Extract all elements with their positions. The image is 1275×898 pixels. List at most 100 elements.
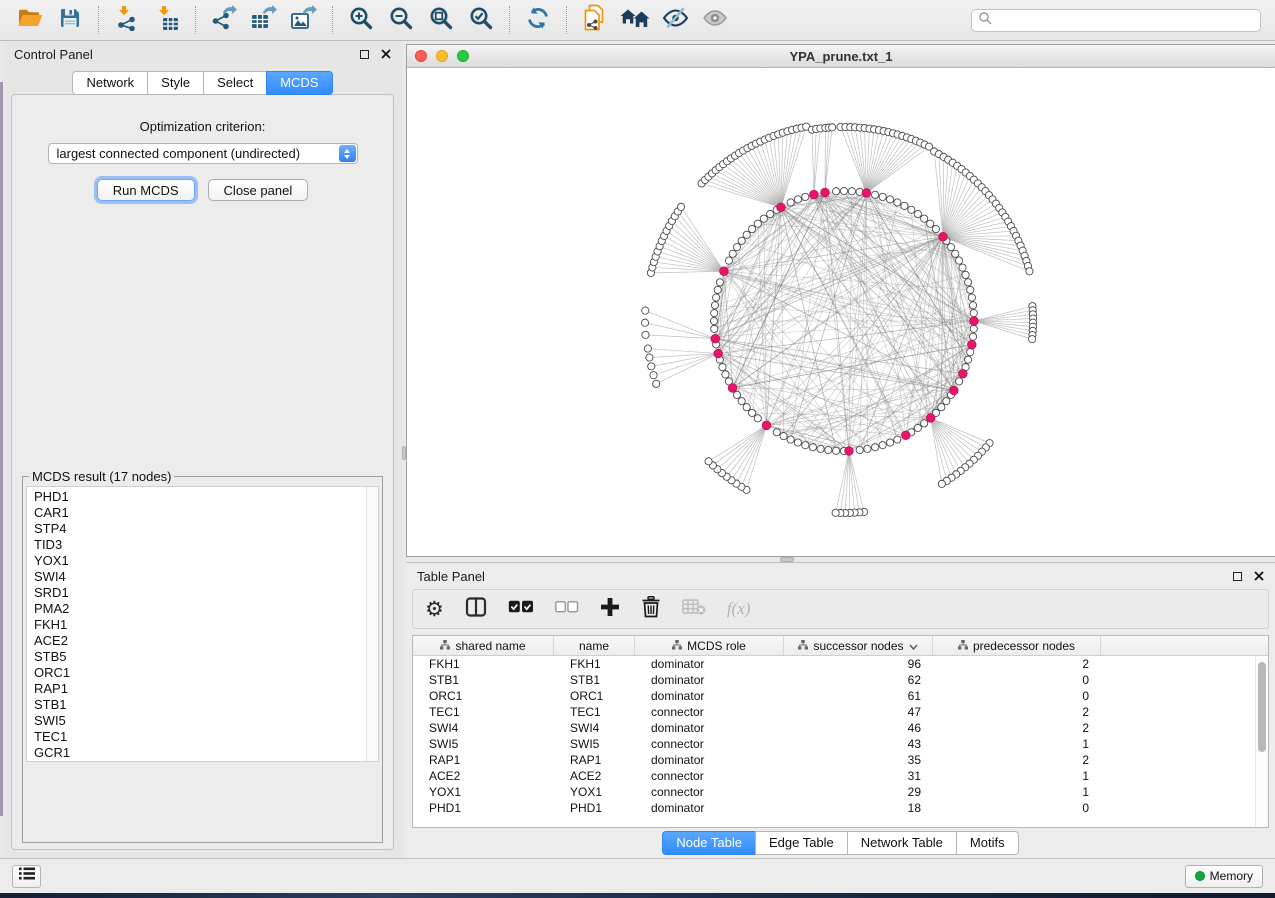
table-cell: 2 [933, 753, 1101, 767]
column-header-shared-name[interactable]: shared name [413, 636, 554, 655]
optimization-criterion-select[interactable]: largest connected component (undirected) [48, 143, 358, 164]
mcds-result-item[interactable]: TEC1 [34, 729, 364, 745]
tab-select[interactable]: Select [203, 71, 266, 95]
close-panel-icon[interactable] [381, 47, 391, 62]
float-panel-icon[interactable] [360, 50, 369, 59]
splitter-grip[interactable] [402, 446, 406, 460]
import-table-button[interactable] [147, 3, 187, 37]
export-network-button[interactable] [204, 3, 244, 37]
search-input[interactable] [997, 13, 1254, 27]
desktop-edge [0, 82, 3, 816]
minimize-window-icon[interactable] [436, 50, 448, 62]
table-cell: 47 [784, 705, 933, 719]
close-panel-button[interactable]: Close panel [208, 179, 309, 201]
toolbar-separator [195, 6, 196, 34]
tab-network-table[interactable]: Network Table [847, 831, 956, 855]
show-all-button[interactable] [615, 3, 655, 37]
table-cell: dominator [635, 657, 784, 671]
search-field[interactable] [971, 9, 1261, 32]
gray-eye-icon [702, 7, 728, 34]
mcds-result-item[interactable]: CAR1 [34, 505, 364, 521]
mcds-result-item[interactable]: ACE2 [34, 633, 364, 649]
mcds-result-item[interactable]: ORC1 [34, 665, 364, 681]
refresh-button[interactable] [518, 3, 558, 37]
horizontal-splitter[interactable] [406, 557, 1275, 562]
show-hidden-button[interactable] [695, 3, 735, 37]
table-scrollbar-thumb[interactable] [1258, 662, 1266, 752]
table-row[interactable]: TEC1TEC1connector472 [413, 704, 1268, 720]
zoom-out-icon [388, 5, 414, 36]
zoom-selected-button[interactable] [461, 3, 501, 37]
table-row[interactable]: ACE2ACE2connector311 [413, 768, 1268, 784]
column-header-mcds-role[interactable]: MCDS role [635, 636, 784, 655]
table-row[interactable]: PHD1PHD1dominator180 [413, 800, 1268, 816]
export-table-button[interactable] [244, 3, 284, 37]
table-cell: 46 [784, 721, 933, 735]
vertical-splitter[interactable] [402, 41, 406, 858]
export-image-button[interactable] [284, 3, 324, 37]
hide-selected-button[interactable] [655, 3, 695, 37]
table-cell: TEC1 [554, 705, 635, 719]
table-panel-header: Table Panel [406, 563, 1275, 589]
mcds-result-item[interactable]: STB5 [34, 649, 364, 665]
memory-button[interactable]: Memory [1185, 865, 1263, 888]
table-row[interactable]: RAP1RAP1dominator352 [413, 752, 1268, 768]
close-window-icon[interactable] [415, 50, 427, 62]
mcds-result-item[interactable]: STB1 [34, 697, 364, 713]
deselect-all-columns-button[interactable] [555, 600, 579, 618]
zoom-fit-button[interactable] [421, 3, 461, 37]
mcds-result-item[interactable]: YOX1 [34, 553, 364, 569]
task-history-button[interactable] [12, 865, 41, 888]
select-all-columns-button[interactable] [508, 600, 534, 619]
mcds-result-item[interactable]: PHD1 [34, 489, 364, 505]
tab-node-table[interactable]: Node Table [662, 831, 755, 855]
tab-motifs[interactable]: Motifs [956, 831, 1019, 855]
mcds-result-item[interactable]: FKH1 [34, 617, 364, 633]
mcds-result-item[interactable]: SRD1 [34, 585, 364, 601]
tab-network[interactable]: Network [72, 71, 147, 95]
show-column-panel-button[interactable] [465, 596, 487, 623]
tab-style[interactable]: Style [147, 71, 203, 95]
network-canvas[interactable] [407, 68, 1275, 556]
table-scrollbar[interactable] [1255, 657, 1268, 827]
table-row[interactable]: SWI5SWI5connector431 [413, 736, 1268, 752]
column-type-icon [440, 639, 450, 653]
table-settings-button[interactable]: ⚙ [425, 599, 444, 620]
zoom-out-button[interactable] [381, 3, 421, 37]
tab-mcds[interactable]: MCDS [266, 71, 332, 95]
mcds-list-scrollbar[interactable] [366, 487, 378, 761]
table-cell: SWI4 [554, 721, 635, 735]
column-header-name[interactable]: name [554, 636, 635, 655]
float-panel-icon[interactable] [1233, 572, 1242, 581]
save-session-button[interactable] [50, 3, 90, 37]
network-window-titlebar[interactable]: YPA_prune.txt_1 [407, 45, 1275, 68]
mcds-result-item[interactable]: STP4 [34, 521, 364, 537]
mcds-result-item[interactable]: TID3 [34, 537, 364, 553]
table-row[interactable]: SWI4SWI4dominator462 [413, 720, 1268, 736]
tab-edge-table[interactable]: Edge Table [755, 831, 847, 855]
run-mcds-button[interactable]: Run MCDS [97, 179, 195, 201]
add-column-button[interactable] [600, 597, 620, 622]
close-panel-icon[interactable] [1254, 569, 1264, 584]
open-file-button[interactable] [10, 3, 50, 37]
mcds-result-item[interactable]: SWI4 [34, 569, 364, 585]
zoom-in-button[interactable] [341, 3, 381, 37]
toolbar-separator [509, 6, 510, 34]
column-header-successor-nodes[interactable]: successor nodes [784, 636, 933, 655]
column-header-predecessor-nodes[interactable]: predecessor nodes [933, 636, 1101, 655]
table-row[interactable]: FKH1FKH1dominator962 [413, 656, 1268, 672]
import-network-button[interactable] [107, 3, 147, 37]
mcds-result-item[interactable]: SWI5 [34, 713, 364, 729]
maximize-window-icon[interactable] [457, 50, 469, 62]
delete-column-button[interactable] [641, 596, 661, 623]
mcds-result-item[interactable]: PMA2 [34, 601, 364, 617]
clone-network-button[interactable] [575, 3, 615, 37]
network-graph [407, 68, 1275, 556]
mcds-result-item[interactable]: GCR1 [34, 745, 364, 761]
mcds-result-item[interactable]: RAP1 [34, 681, 364, 697]
table-row[interactable]: YOX1YOX1connector291 [413, 784, 1268, 800]
table-cell: dominator [635, 753, 784, 767]
table-row[interactable]: STB1STB1dominator620 [413, 672, 1268, 688]
splitter-grip[interactable] [780, 557, 794, 562]
table-row[interactable]: ORC1ORC1dominator610 [413, 688, 1268, 704]
